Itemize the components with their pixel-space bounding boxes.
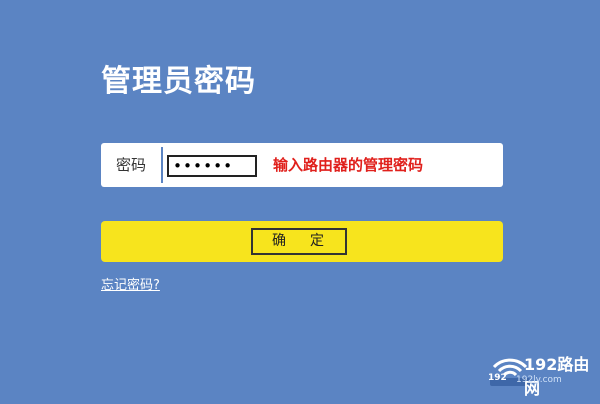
confirm-label-first: 确 [272,233,288,249]
confirm-button[interactable]: 确定 [251,228,347,255]
password-input[interactable]: •••••• [167,155,257,177]
password-label: 密码 [115,156,146,174]
divider [161,147,163,183]
password-hint: 输入路由器的管理密码 [273,156,424,174]
page-title: 管理员密码 [101,64,256,99]
confirm-bar[interactable]: 确定 [101,221,503,262]
confirm-label-second: 定 [310,233,326,249]
password-row: 密码 •••••• 输入路由器的管理密码 [101,143,503,187]
forgot-password-link[interactable]: 忘记密码? [101,274,160,293]
watermark-url: 192ly.com [516,375,562,385]
watermark: 192路由网 192 192ly.com [486,351,596,398]
watermark-badge: 192 [488,373,507,383]
